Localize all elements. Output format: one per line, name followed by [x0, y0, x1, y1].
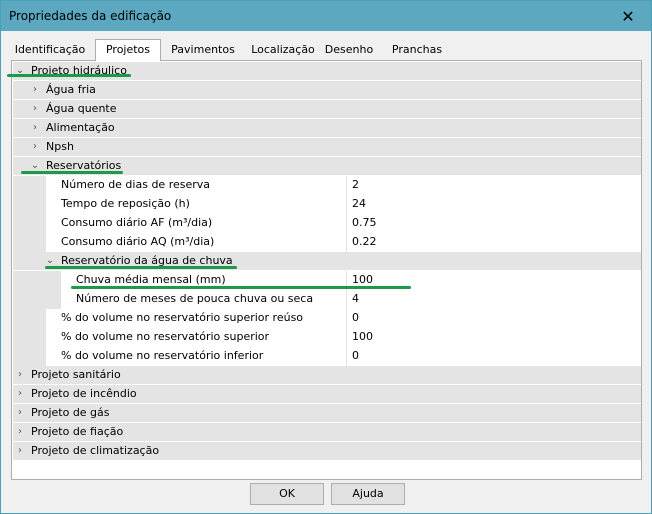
property-row-vol-inf[interactable]: % do volume no reservatório inferior 0	[13, 347, 641, 366]
window-title: Propriedades da edificação	[9, 9, 172, 23]
chevron-right-icon[interactable]: ›	[15, 426, 25, 438]
chevron-right-icon[interactable]: ›	[15, 369, 25, 381]
category-label: Água fria	[46, 83, 96, 96]
property-row-vol-sup-reuso[interactable]: % do volume no reservatório superior reú…	[13, 309, 641, 328]
category-agua-quente[interactable]: › Água quente	[13, 100, 641, 119]
property-row-meses-pouca-chuva[interactable]: Número de meses de pouca chuva ou seca 4	[13, 290, 641, 309]
property-value[interactable]: 4	[352, 292, 359, 305]
category-label: Água quente	[46, 102, 117, 115]
category-label: Projeto de gás	[31, 406, 110, 419]
property-label: Tempo de reposição (h)	[61, 197, 190, 210]
category-label: Projeto de climatização	[31, 444, 160, 457]
property-value[interactable]: 24	[352, 197, 366, 210]
category-projeto-fiacao[interactable]: › Projeto de fiação	[13, 423, 641, 442]
category-projeto-climatizacao[interactable]: › Projeto de climatização	[13, 442, 641, 461]
property-label: Número de dias de reserva	[61, 178, 211, 191]
close-icon[interactable]: ✕	[605, 1, 651, 31]
property-row-tempo-reposicao[interactable]: Tempo de reposição (h) 24	[13, 195, 641, 214]
chevron-right-icon[interactable]: ›	[30, 122, 40, 134]
tab-projetos[interactable]: Projetos	[95, 39, 161, 61]
category-label: Projeto de incêndio	[31, 387, 137, 400]
category-agua-fria[interactable]: › Água fria	[13, 81, 641, 100]
tab-pranchas[interactable]: Pranchas	[389, 41, 445, 59]
annotation-underline	[45, 266, 237, 269]
property-value[interactable]: 100	[352, 330, 373, 343]
property-label: Chuva média mensal (mm)	[76, 273, 226, 286]
tab-localizacao[interactable]: Localização	[245, 41, 321, 59]
property-value[interactable]: 0.22	[352, 235, 377, 248]
help-button[interactable]: Ajuda	[331, 483, 405, 505]
title-bar[interactable]: Propriedades da edificação ✕	[1, 1, 651, 31]
annotation-underline	[71, 286, 411, 289]
ok-button[interactable]: OK	[250, 483, 324, 505]
property-label: Consumo diário AQ (m³/dia)	[61, 235, 215, 248]
properties-dialog: Propriedades da edificação ✕ Identificaç…	[0, 0, 652, 514]
property-value[interactable]: 100	[352, 273, 373, 286]
category-projeto-hidraulico[interactable]: ⌄ Projeto hidráulico	[13, 62, 641, 81]
category-label: Projeto sanitário	[31, 368, 121, 381]
chevron-right-icon[interactable]: ›	[30, 84, 40, 96]
property-label: Consumo diário AF (m³/dia)	[61, 216, 213, 229]
property-label: % do volume no reservatório inferior	[61, 349, 264, 362]
annotation-underline	[21, 171, 123, 174]
chevron-right-icon[interactable]: ›	[15, 388, 25, 400]
property-value[interactable]: 0	[352, 349, 359, 362]
chevron-right-icon[interactable]: ›	[30, 103, 40, 115]
property-row-consumo-aq[interactable]: Consumo diário AQ (m³/dia) 0.22	[13, 233, 641, 252]
category-label: Npsh	[46, 140, 74, 153]
category-label: Alimentação	[46, 121, 115, 134]
property-label: Número de meses de pouca chuva ou seca	[76, 292, 314, 305]
property-value[interactable]: 0	[352, 311, 359, 324]
tab-desenho[interactable]: Desenho	[324, 41, 374, 59]
category-label: Projeto de fiação	[31, 425, 124, 438]
category-alimentacao[interactable]: › Alimentação	[13, 119, 641, 138]
category-projeto-gas[interactable]: › Projeto de gás	[13, 404, 641, 423]
category-projeto-incendio[interactable]: › Projeto de incêndio	[13, 385, 641, 404]
chevron-right-icon[interactable]: ›	[30, 141, 40, 153]
property-grid-panel: ⌄ Projeto hidráulico › Água fria › Água …	[11, 60, 642, 480]
property-row-consumo-af[interactable]: Consumo diário AF (m³/dia) 0.75	[13, 214, 641, 233]
property-row-vol-sup[interactable]: % do volume no reservatório superior 100	[13, 328, 641, 347]
property-value[interactable]: 2	[352, 178, 359, 191]
tab-pavimentos[interactable]: Pavimentos	[165, 41, 241, 59]
chevron-right-icon[interactable]: ›	[15, 407, 25, 419]
property-value[interactable]: 0.75	[352, 216, 377, 229]
property-label: % do volume no reservatório superior reú…	[61, 311, 304, 324]
category-projeto-sanitario[interactable]: › Projeto sanitário	[13, 366, 641, 385]
chevron-right-icon[interactable]: ›	[15, 445, 25, 457]
tab-identificacao[interactable]: Identificação	[11, 41, 89, 59]
category-npsh[interactable]: › Npsh	[13, 138, 641, 157]
property-label: % do volume no reservatório superior	[61, 330, 270, 343]
annotation-underline	[7, 74, 131, 77]
property-row-dias-reserva[interactable]: Número de dias de reserva 2	[13, 176, 641, 195]
